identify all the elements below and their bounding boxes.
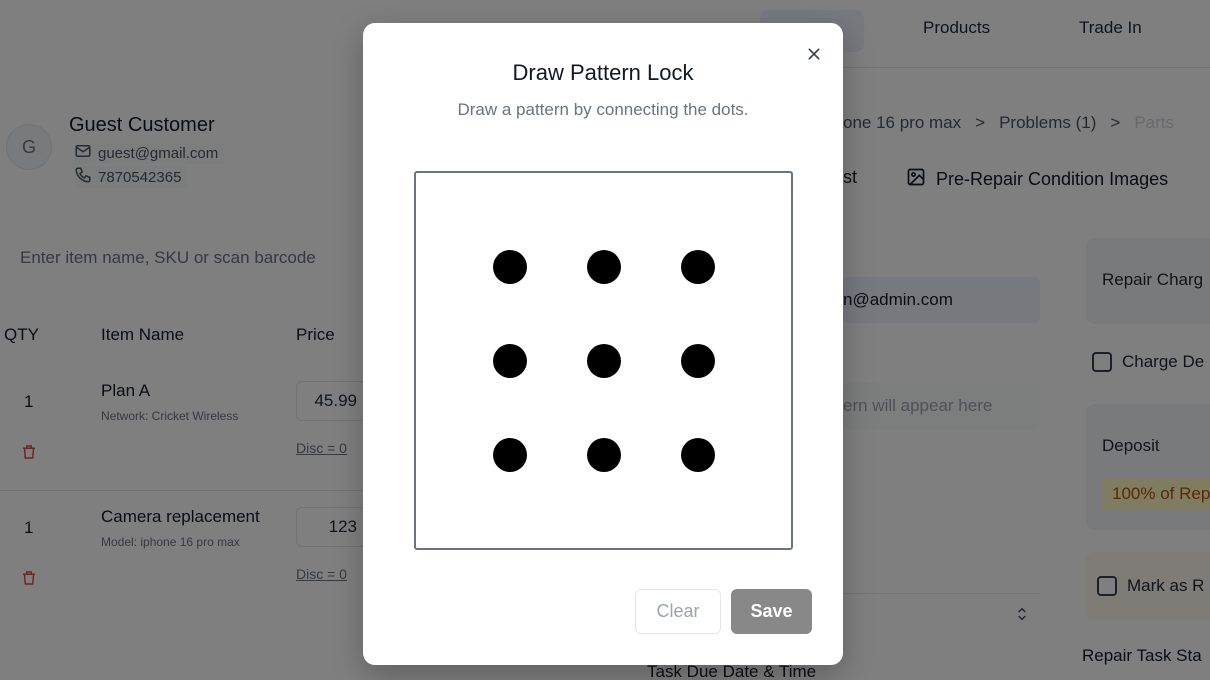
save-button[interactable]: Save [731, 589, 812, 634]
dialog-title: Draw Pattern Lock [512, 60, 694, 85]
pattern-dot-2[interactable] [587, 250, 621, 284]
pattern-dot-8[interactable] [587, 438, 621, 472]
pattern-dot-7[interactable] [493, 438, 527, 472]
pattern-dot-5[interactable] [587, 344, 621, 378]
pattern-canvas[interactable] [414, 171, 793, 550]
dialog-subtitle: Draw a pattern by connecting the dots. [457, 100, 749, 119]
clear-button[interactable]: Clear [635, 589, 721, 634]
pattern-lock-dialog: Draw Pattern Lock Draw a pattern by conn… [363, 23, 843, 665]
pattern-dot-4[interactable] [493, 344, 527, 378]
pattern-dot-3[interactable] [681, 250, 715, 284]
pattern-dot-6[interactable] [681, 344, 715, 378]
pattern-dot-1[interactable] [493, 250, 527, 284]
pattern-dot-9[interactable] [681, 438, 715, 472]
